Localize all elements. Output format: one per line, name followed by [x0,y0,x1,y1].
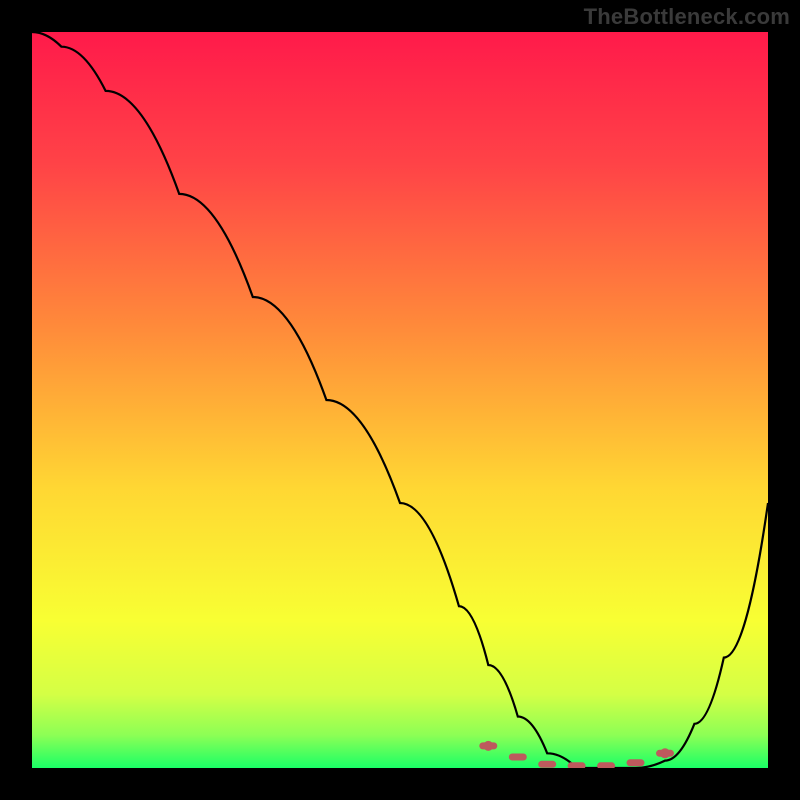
curve-layer [32,32,768,768]
plot-area [32,32,768,768]
optimal-region-dotted [479,741,674,768]
chart-frame: TheBottleneck.com [0,0,800,800]
watermark-text: TheBottleneck.com [584,4,790,30]
bottleneck-curve [32,32,768,768]
